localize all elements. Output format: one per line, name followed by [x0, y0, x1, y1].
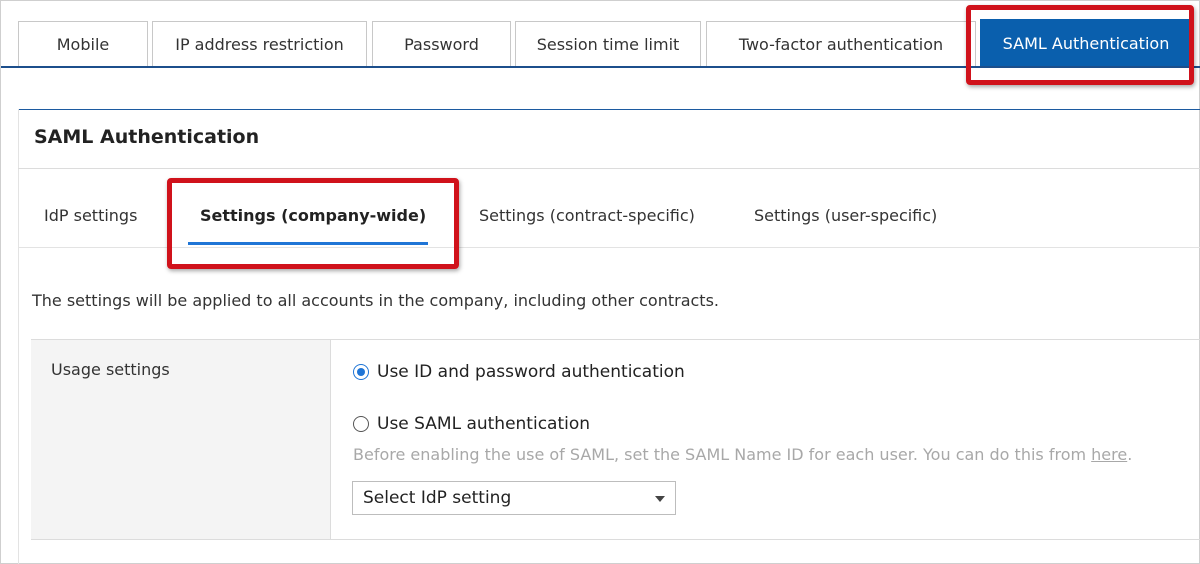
- hint-text: Before enabling the use of SAML, set the…: [353, 445, 1092, 464]
- tab-mobile[interactable]: Mobile: [18, 21, 148, 67]
- table-border-bottom: [31, 539, 1200, 540]
- saml-hint-text: Before enabling the use of SAML, set the…: [353, 445, 1132, 464]
- radio-label: Use SAML authentication: [377, 414, 591, 434]
- tab-label: Two-factor authentication: [738, 35, 944, 54]
- hint-end: .: [1127, 445, 1133, 464]
- tabs-divider: [1, 66, 1200, 68]
- radio-label: Use ID and password authentication: [377, 362, 685, 382]
- tab-label: Mobile: [56, 35, 110, 54]
- subtabs-divider: [18, 247, 1200, 248]
- settings-description: The settings will be applied to all acco…: [32, 291, 719, 310]
- idp-setting-select[interactable]: Select IdP setting: [352, 481, 676, 515]
- radio-option-saml[interactable]: Use SAML authentication: [353, 414, 590, 434]
- tab-label: SAML Authentication: [1002, 34, 1170, 53]
- tab-label: IP address restriction: [175, 35, 344, 54]
- tab-label: Session time limit: [536, 35, 680, 54]
- tab-label: Password: [404, 35, 479, 54]
- subtab-settings-company-wide[interactable]: Settings (company-wide): [200, 206, 426, 225]
- tab-saml-authentication[interactable]: SAML Authentication: [980, 19, 1192, 67]
- section-title: SAML Authentication: [34, 126, 260, 148]
- tab-ip-address-restriction[interactable]: IP address restriction: [152, 21, 367, 67]
- panel-border-left: [18, 109, 19, 564]
- subtab-idp-settings[interactable]: IdP settings: [44, 206, 137, 225]
- subtab-settings-contract-specific[interactable]: Settings (contract-specific): [479, 206, 695, 225]
- tab-password[interactable]: Password: [372, 21, 511, 67]
- window-frame: Mobile IP address restriction Password S…: [0, 0, 1200, 564]
- chevron-down-icon: [655, 496, 665, 502]
- radio-button-unchecked[interactable]: [353, 416, 369, 432]
- tab-two-factor-authentication[interactable]: Two-factor authentication: [706, 21, 976, 67]
- here-link[interactable]: here: [1091, 445, 1127, 464]
- select-value: Select IdP setting: [363, 488, 512, 508]
- usage-settings-label: Usage settings: [51, 360, 170, 379]
- radio-button-checked[interactable]: [353, 364, 369, 380]
- radio-option-id-password[interactable]: Use ID and password authentication: [353, 362, 685, 382]
- active-subtab-underline: [188, 242, 428, 245]
- title-divider: [18, 168, 1200, 169]
- subtab-settings-user-specific[interactable]: Settings (user-specific): [754, 206, 937, 225]
- tab-session-time-limit[interactable]: Session time limit: [515, 21, 701, 67]
- panel-border-top: [18, 109, 1200, 110]
